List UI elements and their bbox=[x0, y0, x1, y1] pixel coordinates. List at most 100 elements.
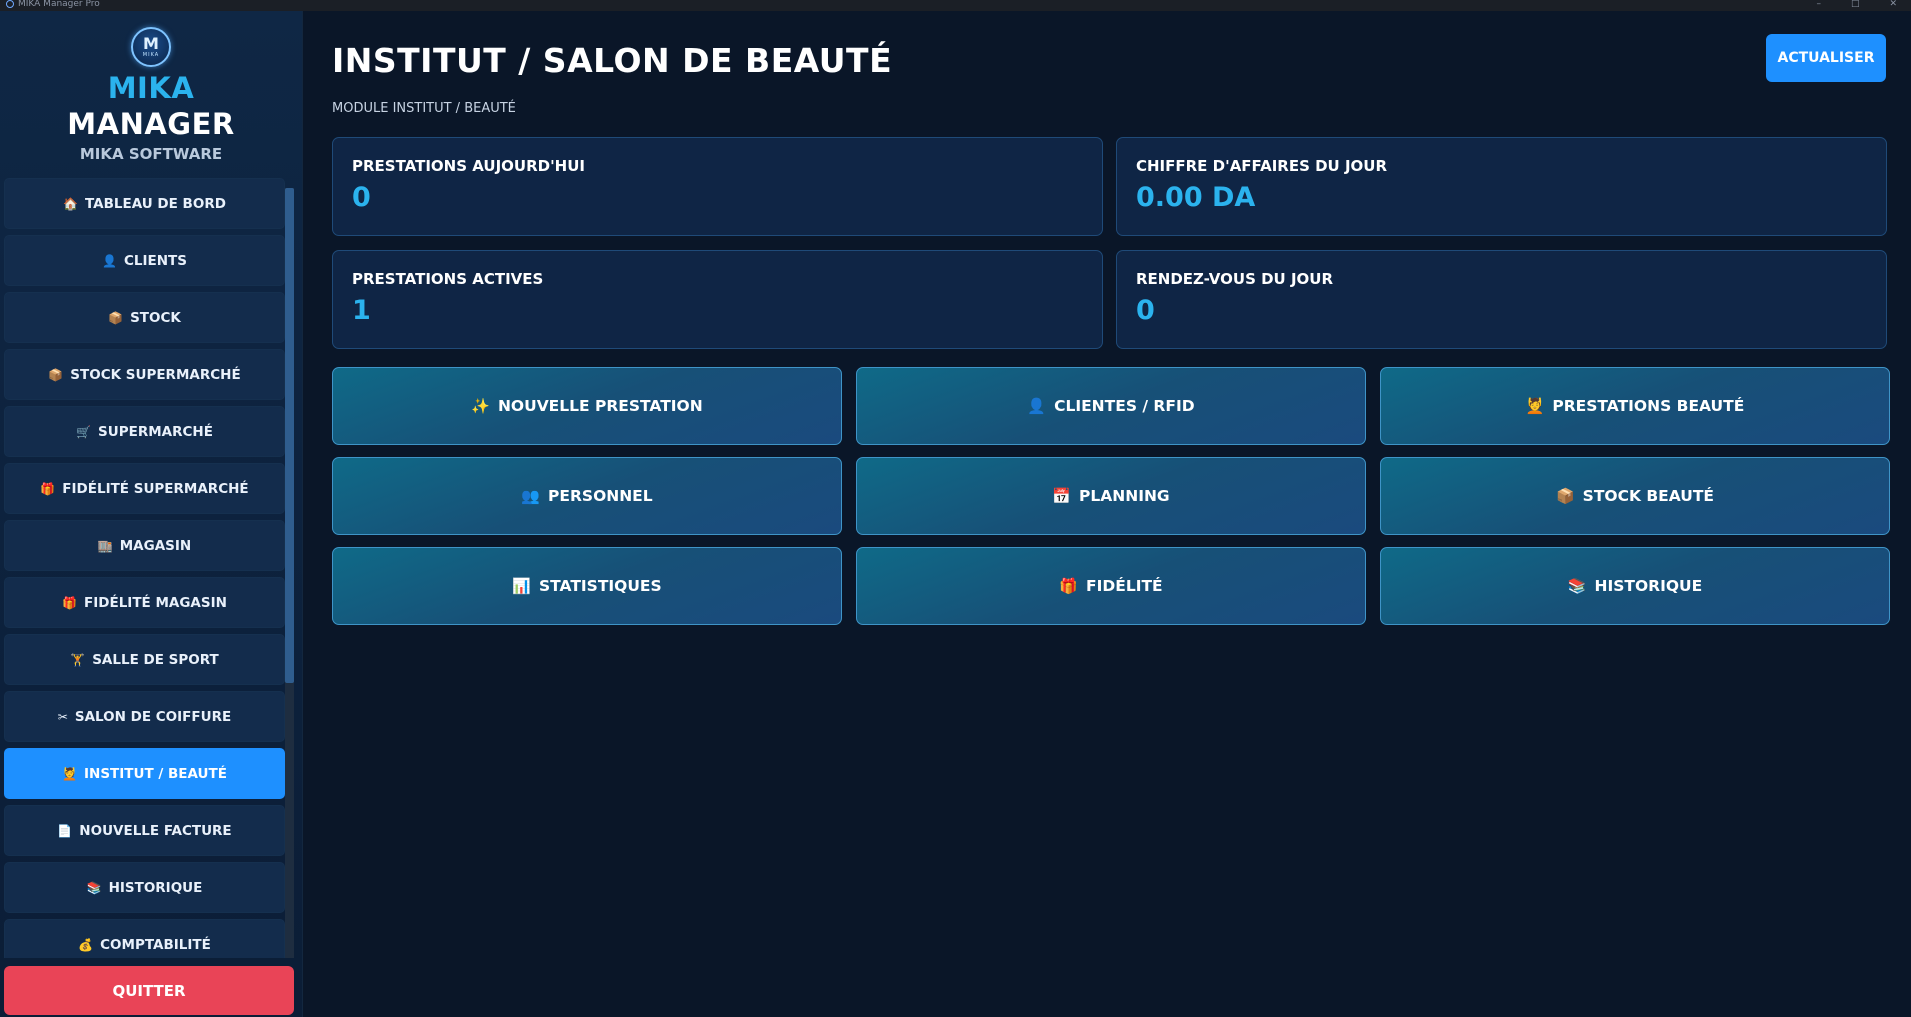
stat-label: CHIFFRE D'AFFAIRES DU JOUR bbox=[1136, 157, 1388, 175]
store-icon: 🏬 bbox=[97, 538, 113, 553]
sidebar-item-5[interactable]: 🎁 FIDÉLITÉ SUPERMARCHÉ bbox=[4, 463, 285, 514]
beauty-icon: 💆 bbox=[1525, 397, 1545, 415]
tile-label: STATISTIQUES bbox=[539, 577, 662, 595]
box-icon: 📦 bbox=[108, 310, 124, 325]
gift-icon: 🎁 bbox=[1059, 577, 1079, 595]
sidebar-scrollbar-thumb[interactable] bbox=[285, 188, 294, 683]
window-titlebar: MIKA Manager Pro – □ ✕ bbox=[0, 0, 1911, 11]
group-icon: 👥 bbox=[521, 487, 541, 505]
sidebar-item-10[interactable]: 💆 INSTITUT / BEAUTÉ bbox=[4, 748, 285, 799]
quit-button[interactable]: QUITTER bbox=[4, 966, 294, 1015]
sidebar-item-label: SUPERMARCHÉ bbox=[98, 423, 213, 440]
tile-button-7[interactable]: 🎁 FIDÉLITÉ bbox=[856, 547, 1366, 625]
sidebar-item-label: SALON DE COIFFURE bbox=[74, 708, 232, 725]
sidebar-item-13[interactable]: 💰 COMPTABILITÉ bbox=[4, 919, 285, 958]
sidebar-item-4[interactable]: 🛒 SUPERMARCHÉ bbox=[4, 406, 285, 457]
sidebar-item-label: INSTITUT / BEAUTÉ bbox=[84, 765, 227, 782]
sidebar-item-12[interactable]: 📚 HISTORIQUE bbox=[4, 862, 285, 913]
sidebar-scrollbar[interactable] bbox=[285, 188, 294, 958]
sidebar-item-6[interactable]: 🏬 MAGASIN bbox=[4, 520, 285, 571]
tile-button-5[interactable]: 📦 STOCK BEAUTÉ bbox=[1380, 457, 1890, 535]
books-icon: 📚 bbox=[1567, 577, 1587, 595]
gift-icon: 🎁 bbox=[62, 595, 78, 610]
tile-label: FIDÉLITÉ bbox=[1086, 577, 1163, 595]
stat-value: 1 bbox=[352, 295, 371, 326]
app-icon bbox=[6, 0, 14, 8]
tile-label: PRESTATIONS BEAUTÉ bbox=[1552, 397, 1745, 415]
stat-card-revenue-today: CHIFFRE D'AFFAIRES DU JOUR 0.00 DA bbox=[1116, 137, 1887, 236]
beauty-icon: 💆 bbox=[62, 766, 77, 781]
stat-label: PRESTATIONS ACTIVES bbox=[352, 270, 544, 288]
window-title-group: MIKA Manager Pro bbox=[6, 0, 100, 9]
sidebar-item-1[interactable]: 👤 CLIENTS bbox=[4, 235, 285, 286]
stat-card-prestations-today: PRESTATIONS AUJOURD'HUI 0 bbox=[332, 137, 1103, 236]
brand: M MIKA MIKA MANAGER MIKA SOFTWARE bbox=[0, 11, 302, 176]
books-icon: 📚 bbox=[86, 880, 102, 895]
tile-button-3[interactable]: 👥 PERSONNEL bbox=[332, 457, 842, 535]
sidebar-item-label: MAGASIN bbox=[119, 537, 192, 554]
window-controls: – □ ✕ bbox=[1816, 0, 1897, 9]
chart-icon: 📊 bbox=[512, 577, 531, 595]
brand-subtitle: MIKA SOFTWARE bbox=[79, 145, 223, 163]
tile-label: HISTORIQUE bbox=[1594, 577, 1703, 595]
logo-icon: M MIKA bbox=[131, 27, 171, 67]
sidebar-item-label: TABLEAU DE BORD bbox=[85, 195, 226, 212]
sidebar: M MIKA MIKA MANAGER MIKA SOFTWARE 🏠 TABLE… bbox=[0, 11, 303, 1017]
sidebar-item-label: HISTORIQUE bbox=[108, 879, 203, 896]
house-icon: 🏠 bbox=[63, 196, 79, 211]
brand-name-line1: MIKA bbox=[107, 71, 195, 105]
sidebar-item-3[interactable]: 📦 STOCK SUPERMARCHÉ bbox=[4, 349, 285, 400]
sidebar-item-label: COMPTABILITÉ bbox=[100, 936, 211, 953]
tile-button-0[interactable]: ✨ NOUVELLE PRESTATION bbox=[332, 367, 842, 445]
tile-button-2[interactable]: 💆 PRESTATIONS BEAUTÉ bbox=[1380, 367, 1890, 445]
sidebar-nav-viewport: 🏠 TABLEAU DE BORD 👤 CLIENTS 📦 STOCK 📦 STOCK SUP… bbox=[0, 178, 303, 958]
stat-value: 0 bbox=[1136, 295, 1155, 326]
sidebar-item-7[interactable]: 🎁 FIDÉLITÉ MAGASIN bbox=[4, 577, 285, 628]
sidebar-item-11[interactable]: 📄 NOUVELLE FACTURE bbox=[4, 805, 285, 856]
tile-button-8[interactable]: 📚 HISTORIQUE bbox=[1380, 547, 1890, 625]
stat-label: PRESTATIONS AUJOURD'HUI bbox=[352, 157, 585, 175]
sidebar-item-label: FIDÉLITÉ MAGASIN bbox=[84, 594, 227, 611]
tile-button-4[interactable]: 📅 PLANNING bbox=[856, 457, 1366, 535]
sidebar-item-9[interactable]: ✂ SALON DE COIFFURE bbox=[4, 691, 285, 742]
module-subtitle: MODULE INSTITUT / BEAUTÉ bbox=[332, 101, 516, 116]
sidebar-item-2[interactable]: 📦 STOCK bbox=[4, 292, 285, 343]
tile-label: NOUVELLE PRESTATION bbox=[497, 397, 703, 415]
logo-caption: MIKA bbox=[142, 52, 160, 58]
stat-value: 0.00 DA bbox=[1136, 182, 1256, 213]
user-icon: 👤 bbox=[1027, 397, 1047, 415]
box-icon: 📦 bbox=[48, 367, 64, 382]
stat-label: RENDEZ-VOUS DU JOUR bbox=[1136, 270, 1334, 288]
stat-card-active-prestations: PRESTATIONS ACTIVES 1 bbox=[332, 250, 1103, 349]
close-icon[interactable]: ✕ bbox=[1889, 0, 1897, 9]
minimize-icon[interactable]: – bbox=[1816, 0, 1821, 9]
tile-button-6[interactable]: 📊 STATISTIQUES bbox=[332, 547, 842, 625]
tile-label: STOCK BEAUTÉ bbox=[1582, 487, 1715, 505]
main-content: INSTITUT / SALON DE BEAUTÉ ACTUALISER MO… bbox=[304, 11, 1911, 1017]
sparkles-icon: ✨ bbox=[471, 397, 490, 415]
refresh-button[interactable]: ACTUALISER bbox=[1766, 34, 1886, 82]
sidebar-item-0[interactable]: 🏠 TABLEAU DE BORD bbox=[4, 178, 285, 229]
sidebar-item-label: NOUVELLE FACTURE bbox=[79, 822, 232, 839]
tile-button-1[interactable]: 👤 CLIENTES / RFID bbox=[856, 367, 1366, 445]
brand-name-line2: MANAGER bbox=[67, 107, 235, 141]
maximize-icon[interactable]: □ bbox=[1851, 0, 1860, 9]
user-icon: 👤 bbox=[102, 253, 117, 268]
box-icon: 📦 bbox=[1555, 487, 1575, 505]
tile-label: CLIENTES / RFID bbox=[1054, 397, 1195, 415]
tile-label: PERSONNEL bbox=[548, 487, 653, 505]
sidebar-item-label: STOCK SUPERMARCHÉ bbox=[70, 366, 241, 383]
sidebar-item-label: CLIENTS bbox=[123, 252, 187, 269]
cart-icon: 🛒 bbox=[76, 424, 92, 439]
money-icon: 💰 bbox=[78, 937, 94, 952]
tile-label: PLANNING bbox=[1079, 487, 1170, 505]
gift-icon: 🎁 bbox=[40, 481, 56, 496]
sidebar-nav: 🏠 TABLEAU DE BORD 👤 CLIENTS 📦 STOCK 📦 STOCK SUP… bbox=[0, 178, 303, 958]
dumbbell-icon: 🏋 bbox=[70, 652, 86, 667]
logo-letters: M bbox=[143, 34, 159, 53]
sidebar-item-label: SALLE DE SPORT bbox=[92, 651, 219, 668]
stat-card-appointments-today: RENDEZ-VOUS DU JOUR 0 bbox=[1116, 250, 1887, 349]
window-title: MIKA Manager Pro bbox=[18, 0, 100, 9]
sidebar-item-8[interactable]: 🏋 SALLE DE SPORT bbox=[4, 634, 285, 685]
sidebar-item-label: STOCK bbox=[130, 309, 181, 326]
